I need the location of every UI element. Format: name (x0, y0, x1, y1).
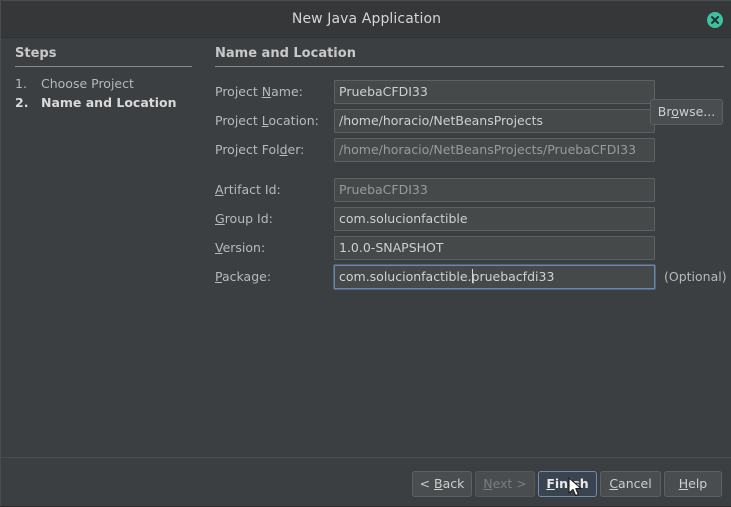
finish-button[interactable]: Finish (538, 471, 597, 497)
field-row-package: Package: com.solucionfactible.pruebacfdi… (215, 265, 731, 289)
input-project-location[interactable]: /home/horacio/NetBeansProjects (334, 109, 655, 133)
input-artifact-id: PruebaCFDI33 (334, 178, 655, 202)
input-project-name[interactable]: PruebaCFDI33 (334, 80, 655, 104)
label-project-name: Project Name: (215, 84, 333, 99)
page-title: Name and Location (215, 46, 356, 61)
field-row-project-location: Project Location: /home/horacio/NetBeans… (215, 109, 725, 133)
field-row-project-name: Project Name: PruebaCFDI33 (215, 80, 725, 104)
steps-heading: Steps (15, 46, 56, 61)
step-number: 2. (15, 95, 41, 110)
step-item-name-and-location: 2.Name and Location (15, 95, 177, 110)
input-version[interactable]: 1.0.0-SNAPSHOT (334, 236, 655, 260)
cancel-button[interactable]: Cancel (600, 471, 661, 497)
field-row-artifact-id: Artifact Id: PruebaCFDI33 (215, 178, 725, 202)
step-label: Choose Project (41, 76, 134, 91)
step-label: Name and Location (41, 95, 177, 110)
field-row-group-id: Group Id: com.solucionfactible (215, 207, 725, 231)
label-artifact-id: Artifact Id: (215, 182, 333, 197)
dialog-titlebar: New Java Application (1, 1, 731, 38)
package-optional-note: (Optional) (664, 269, 727, 284)
browse-button[interactable]: Browse... (650, 99, 723, 125)
input-package[interactable]: com.solucionfactible.pruebacfdi33 (334, 265, 655, 289)
new-java-application-dialog: New Java Application Steps 1.Choose Proj… (0, 0, 731, 506)
label-project-location: Project Location: (215, 113, 333, 128)
step-item-choose-project: 1.Choose Project (15, 76, 134, 91)
section-divider (215, 66, 724, 67)
steps-panel: Steps 1.Choose Project 2.Name and Locati… (1, 38, 206, 507)
input-group-id[interactable]: com.solucionfactible (334, 207, 655, 231)
step-number: 1. (15, 76, 41, 91)
next-button: Next > (475, 471, 535, 497)
input-project-folder: /home/horacio/NetBeansProjects/PruebaCFD… (334, 138, 655, 162)
back-button[interactable]: < Back (412, 471, 472, 497)
close-icon[interactable] (707, 12, 723, 28)
field-row-version: Version: 1.0.0-SNAPSHOT (215, 236, 725, 260)
label-project-folder: Project Folder: (215, 142, 333, 157)
field-row-project-folder: Project Folder: /home/horacio/NetBeansPr… (215, 138, 725, 162)
label-package: Package: (215, 269, 333, 284)
label-group-id: Group Id: (215, 211, 333, 226)
help-button[interactable]: Help (664, 471, 722, 497)
dialog-title: New Java Application (1, 11, 731, 27)
button-bar-divider (1, 457, 731, 458)
steps-divider (15, 66, 192, 67)
label-version: Version: (215, 240, 333, 255)
